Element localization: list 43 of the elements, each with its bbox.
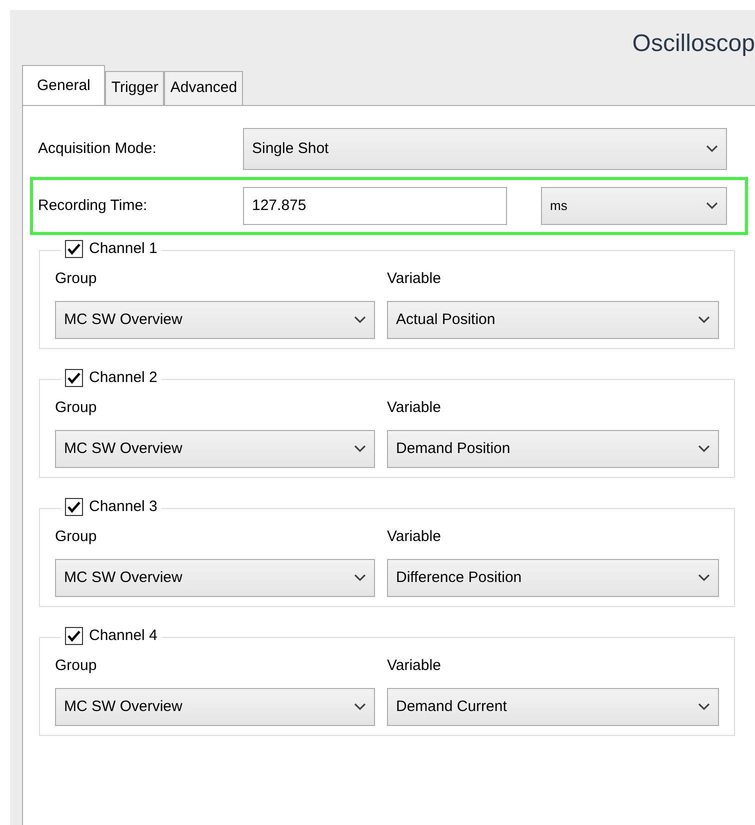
field-label: Acquisition Mode:	[38, 138, 158, 159]
field-label: Variable	[387, 270, 441, 288]
chevron-icon	[706, 202, 718, 210]
recording-time-field[interactable]: 127.875	[243, 186, 507, 225]
checkbox[interactable]	[65, 240, 83, 258]
chevron-icon	[706, 144, 718, 153]
field-label: Recording Time:	[38, 196, 148, 216]
group-dropdown[interactable]: MC SW Overview	[55, 558, 375, 597]
field-label: Group	[55, 270, 97, 288]
window-title: Oscilloscop	[631, 29, 755, 59]
chevron-icon	[698, 574, 710, 582]
acquisition-mode-dropdown[interactable]: Single Shot	[243, 128, 727, 170]
chevron-icon	[698, 444, 710, 453]
checkbox-label: Channel 2	[89, 368, 158, 388]
checkbox-label: Channel 3	[89, 496, 158, 517]
chevron-icon	[354, 574, 366, 582]
group-dropdown[interactable]: MC SW Overview	[55, 688, 375, 726]
chevron-icon	[354, 702, 366, 711]
field-label: Group	[55, 528, 97, 546]
checkbox[interactable]	[65, 369, 83, 388]
checkbox-label: Channel 4	[89, 626, 158, 646]
group-dropdown[interactable]: MC SW Overview	[55, 430, 375, 468]
checkbox-label: Channel 1	[89, 238, 158, 259]
tab[interactable]: Trigger	[105, 70, 164, 105]
checkbox[interactable]	[65, 627, 83, 646]
chevron-icon	[354, 444, 366, 453]
field-label: Group	[55, 657, 97, 674]
variable-dropdown[interactable]: Demand Position	[387, 430, 719, 468]
field-label: Variable	[387, 399, 441, 416]
chevron-icon	[354, 316, 366, 324]
chevron-icon	[698, 316, 710, 324]
group-dropdown[interactable]: MC SW Overview	[55, 300, 375, 339]
field-label: Variable	[387, 528, 441, 546]
variable-dropdown[interactable]: Difference Position	[387, 558, 719, 597]
checkbox[interactable]	[65, 498, 83, 516]
unit-dropdown[interactable]: ms	[541, 186, 727, 225]
field-label: Group	[55, 399, 97, 416]
tab[interactable]: Advanced	[164, 70, 244, 105]
tab[interactable]: General	[22, 64, 106, 105]
variable-dropdown[interactable]: Demand Current	[387, 688, 719, 726]
field-label: Variable	[387, 657, 441, 674]
chevron-icon	[698, 702, 710, 711]
variable-dropdown[interactable]: Actual Position	[387, 300, 719, 339]
